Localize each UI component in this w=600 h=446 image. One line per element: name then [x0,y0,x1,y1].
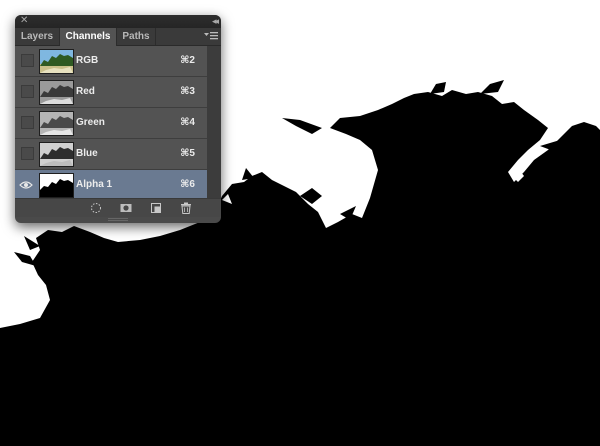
alpha-thumbnail [39,173,74,198]
channel-shortcut: ⌘5 [180,148,195,159]
panel-title-bar[interactable]: ✕ ◂◂ [15,15,221,28]
channel-row-rgb[interactable]: RGB ⌘2 [15,46,207,77]
visibility-toggle[interactable] [21,147,34,160]
channel-label: Blue [76,148,98,159]
channel-row-blue[interactable]: Blue ⌘5 [15,139,207,170]
panel-menu-icon[interactable] [204,30,218,42]
red-thumbnail [39,80,74,105]
channel-shortcut: ⌘2 [180,55,195,66]
visibility-toggle[interactable] [21,116,34,129]
panel-scrollbar[interactable] [207,46,221,198]
channel-row-green[interactable]: Green ⌘4 [15,108,207,139]
resize-grip-icon[interactable] [108,218,128,221]
collapse-icon[interactable]: ◂◂ [212,15,219,28]
tab-layers[interactable]: Layers [15,28,60,45]
channel-shortcut: ⌘6 [180,179,195,190]
channel-row-alpha-1[interactable]: Alpha 1 ⌘6 [15,170,207,201]
tab-paths[interactable]: Paths [117,28,156,45]
panel-action-bar [15,198,221,217]
panel-tab-bar: Layers Channels Paths [15,28,221,46]
channel-row-red[interactable]: Red ⌘3 [15,77,207,108]
eye-icon[interactable] [19,178,33,192]
close-icon[interactable]: ✕ [20,15,28,28]
new-channel-icon[interactable] [149,201,163,215]
tab-channels[interactable]: Channels [60,28,117,46]
channel-shortcut: ⌘4 [180,117,195,128]
channel-label: Green [76,117,105,128]
channel-label: RGB [76,55,99,66]
blue-thumbnail [39,142,74,167]
load-selection-icon[interactable] [89,201,103,215]
delete-channel-icon[interactable] [179,201,193,215]
channel-shortcut: ⌘3 [180,86,195,97]
channels-panel: ✕ ◂◂ Layers Channels Paths RGB ⌘2 Red ⌘3… [15,15,221,223]
channel-label: Alpha 1 [76,179,113,190]
visibility-toggle[interactable] [21,85,34,98]
green-thumbnail [39,111,74,136]
channel-label: Red [76,86,95,97]
visibility-toggle[interactable] [21,54,34,67]
channel-list: RGB ⌘2 Red ⌘3 Green ⌘4 Blue ⌘5 Alpha 1 ⌘… [15,46,207,201]
rgb-thumbnail [39,49,74,74]
save-selection-icon[interactable] [119,201,133,215]
